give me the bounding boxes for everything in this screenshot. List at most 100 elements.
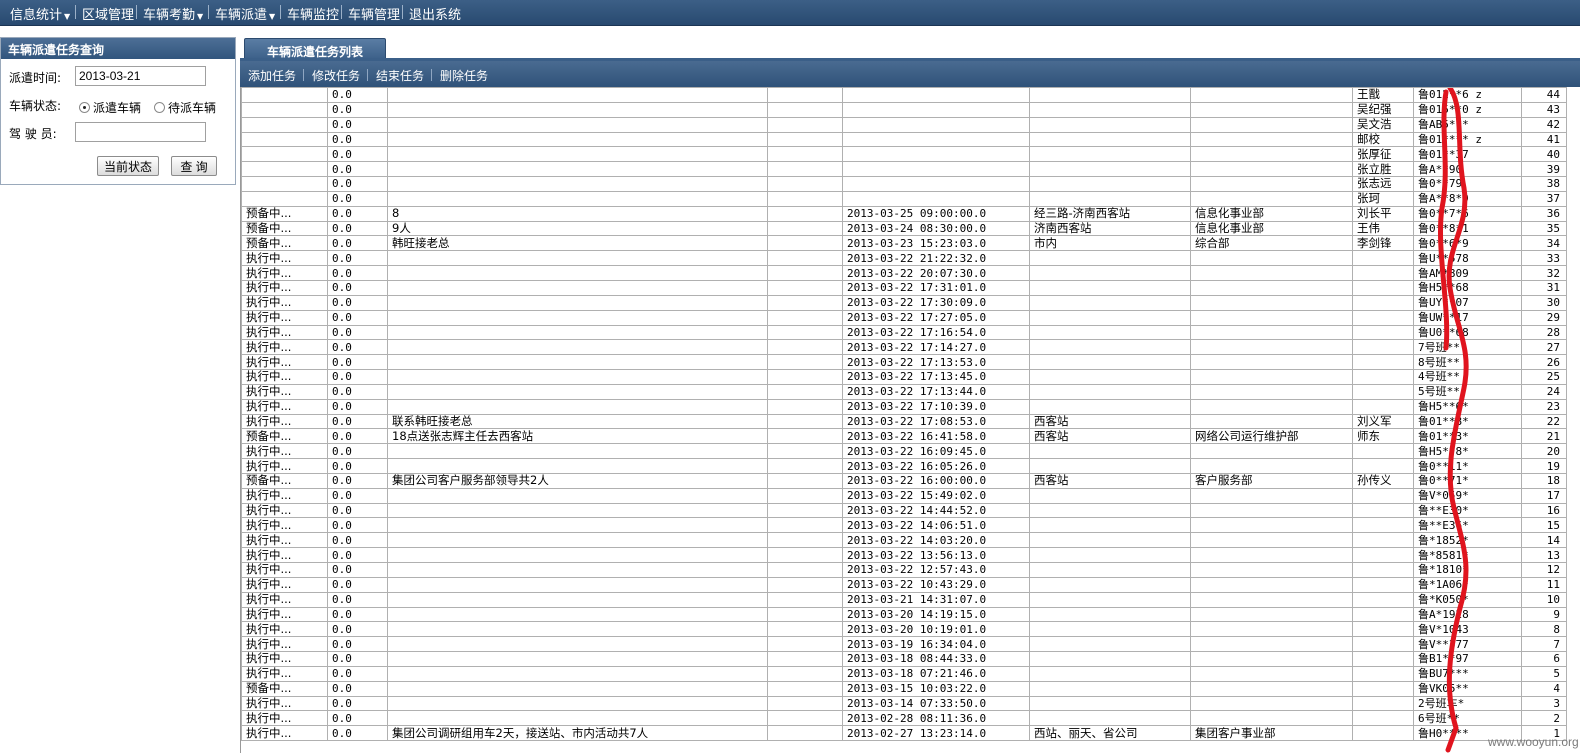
- mileage-cell: 0.0: [327, 220, 388, 237]
- table-row[interactable]: 执行中... 0.0 2013-03-22 17:13:53.0 8号班** 26: [241, 354, 1567, 371]
- table-row[interactable]: 执行中... 0.0 2013-03-22 16:09:45.0 鲁H5**8* 20: [241, 443, 1567, 460]
- status-cell: 执行中...: [241, 443, 328, 460]
- table-row[interactable]: 预备中... 0.0 8 2013-03-25 09:00:00.0 经三路-济南西客站…: [241, 205, 1567, 222]
- table-row[interactable]: 执行中... 0.0 集团公司调研组用车2天，接送站、市内活动共7人 2013-02-…: [241, 725, 1567, 742]
- delete-task-button[interactable]: 删除任务: [440, 67, 488, 84]
- task-id-cell: 29: [1521, 309, 1567, 326]
- table-row[interactable]: 执行中... 0.0 2013-03-22 21:22:32.0 鲁U**578 33: [241, 250, 1567, 267]
- table-row[interactable]: 执行中... 0.0 联系韩旺接老总 2013-03-22 17:08:53.0 西客站…: [241, 413, 1567, 430]
- end-task-button[interactable]: 结束任务: [376, 67, 424, 84]
- table-row[interactable]: 执行中... 0.0 2013-03-22 17:30:09.0 鲁UY**07 30: [241, 294, 1567, 311]
- task-description-cell: [387, 176, 768, 192]
- tab-dispatch-task-list[interactable]: 车辆派遣任务列表: [244, 38, 386, 60]
- table-row[interactable]: 执行中... 0.0 2013-03-18 07:21:46.0 鲁BU7*** 5: [241, 665, 1567, 682]
- table-row[interactable]: 执行中... 0.0 2013-03-22 20:07:30.0 鲁AM*809 32: [241, 265, 1567, 281]
- table-row[interactable]: 执行中... 0.0 2013-03-22 13:56:13.0 鲁*8581* 13: [241, 547, 1567, 563]
- task-id-cell: 40: [1521, 146, 1567, 163]
- nav-item-vehicle-dispatch[interactable]: 车辆派遣 ▼: [215, 4, 275, 23]
- department-cell: 综合部: [1190, 235, 1353, 252]
- table-row[interactable]: 预备中... 0.0 集团公司客户服务部领导共2人 2013-03-22 16:00:…: [241, 472, 1567, 489]
- driver-cell: 吴纪强: [1352, 101, 1414, 118]
- driver-cell: 吴文浩: [1352, 116, 1414, 133]
- table-row[interactable]: 执行中... 0.0 2013-03-20 14:19:15.0 鲁A*1928 9: [241, 606, 1567, 623]
- table-row[interactable]: 执行中... 0.0 2013-03-22 17:27:05.0 鲁UW**17 29: [241, 309, 1567, 326]
- table-row[interactable]: 执行中... 0.0 2013-03-18 08:44:33.0 鲁B1**97 6: [241, 651, 1567, 667]
- nav-item-info-stats[interactable]: 信息统计 ▼: [10, 4, 70, 23]
- table-row[interactable]: 执行中... 0.0 2013-03-22 17:10:39.0 鲁H5**6* 23: [241, 398, 1567, 415]
- radio-checked-icon[interactable]: [79, 102, 90, 113]
- table-row[interactable]: 0.0 张立胜 鲁A**90 39: [241, 161, 1567, 178]
- table-row[interactable]: 执行中... 0.0 2013-03-20 10:19:01.0 鲁V*1043 8: [241, 621, 1567, 638]
- table-row[interactable]: 0.0 吴纪强 鲁015**0 z 43: [241, 101, 1567, 118]
- table-row[interactable]: 执行中... 0.0 2013-03-22 15:49:02.0 鲁V*059* 17: [241, 487, 1567, 504]
- destination-cell: [1029, 354, 1191, 371]
- task-description-cell: [387, 398, 768, 415]
- chevron-down-icon: ▼: [269, 12, 276, 21]
- add-task-button[interactable]: 添加任务: [248, 67, 296, 84]
- table-row[interactable]: 预备中... 0.0 18点送张志辉主任去西客站 2013-03-22 16:41:5…: [241, 428, 1567, 445]
- destination-cell: [1029, 265, 1191, 281]
- table-row[interactable]: 执行中... 0.0 2013-03-21 14:31:07.0 鲁*K050* 10: [241, 591, 1567, 608]
- task-description-cell: 18点送张志辉主任去西客站: [387, 428, 768, 445]
- table-row[interactable]: 执行中... 0.0 2013-03-22 17:13:45.0 4号班** 25: [241, 369, 1567, 385]
- table-row[interactable]: 执行中... 0.0 2013-03-22 12:57:43.0 鲁*1810* 12: [241, 562, 1567, 578]
- edit-task-button[interactable]: 修改任务: [312, 67, 360, 84]
- status-cell: 执行中...: [241, 695, 328, 712]
- driver-cell: [1352, 680, 1414, 697]
- dispatch-date-input[interactable]: [75, 66, 206, 86]
- task-id-cell: 10: [1521, 591, 1567, 608]
- nav-item-vehicle-attendance[interactable]: 车辆考勤 ▼: [143, 4, 203, 23]
- department-cell: [1190, 250, 1353, 267]
- dispatch-time-cell: 2013-03-18 07:21:46.0: [842, 665, 1030, 682]
- table-row[interactable]: 执行中... 0.0 2013-03-14 07:33:50.0 2号班车* 3: [241, 695, 1567, 712]
- table-row[interactable]: 执行中... 0.0 2013-03-22 16:05:26.0 鲁0**11* 19: [241, 458, 1567, 474]
- plate-number-cell: 鲁U0**68: [1413, 324, 1522, 341]
- blank-cell: [767, 309, 843, 326]
- table-row[interactable]: 执行中... 0.0 2013-03-22 14:06:51.0 鲁**E36* 15: [241, 517, 1567, 534]
- dispatch-time-cell: 2013-03-22 17:13:44.0: [842, 383, 1030, 400]
- mileage-cell: 0.0: [327, 339, 388, 356]
- table-row[interactable]: 0.0 张珂 鲁A**8*9 37: [241, 190, 1567, 207]
- table-row[interactable]: 预备中... 0.0 9人 2013-03-24 08:30:00.0 济南西客站 信息化…: [241, 220, 1567, 237]
- table-row[interactable]: 执行中... 0.0 2013-03-22 17:14:27.0 7号班** 27: [241, 339, 1567, 356]
- nav-item-vehicle-management[interactable]: 车辆管理: [348, 4, 400, 23]
- table-row[interactable]: 执行中... 0.0 2013-03-22 17:16:54.0 鲁U0**68 28: [241, 324, 1567, 341]
- mileage-cell: 0.0: [327, 562, 388, 578]
- status-cell: 执行中...: [241, 250, 328, 267]
- task-id-cell: 41: [1521, 131, 1567, 148]
- current-status-button[interactable]: 当前状态: [97, 156, 159, 176]
- task-description-cell: [387, 680, 768, 697]
- table-row[interactable]: 0.0 张厚征 鲁01**37 40: [241, 146, 1567, 163]
- destination-cell: [1029, 680, 1191, 697]
- chevron-down-icon: ▼: [64, 12, 71, 21]
- status-option-label: 派遣车辆: [93, 101, 142, 115]
- status-option-dispatched[interactable]: 派遣车辆: [79, 99, 141, 116]
- table-row[interactable]: 0.0 吴文浩 鲁AB5*** 42: [241, 116, 1567, 133]
- table-row[interactable]: 执行中... 0.0 2013-03-22 14:44:52.0 鲁**E30* 16: [241, 502, 1567, 519]
- table-row[interactable]: 执行中... 0.0 2013-03-22 10:43:29.0 鲁*1A06* 11: [241, 576, 1567, 593]
- destination-cell: [1029, 576, 1191, 593]
- table-row[interactable]: 0.0 王戬 鲁012**6 z 44: [241, 87, 1567, 103]
- table-row[interactable]: 执行中... 0.0 2013-03-22 17:31:01.0 鲁H5**68 31: [241, 279, 1567, 296]
- nav-item-vehicle-monitoring[interactable]: 车辆监控: [287, 4, 339, 23]
- dispatch-query-panel: 车辆派遣任务查询 派遣时间: 车辆状态: 派遣车辆 待派车辆 驾 驶 员: 当前…: [0, 37, 236, 185]
- table-row[interactable]: 执行中... 0.0 2013-03-19 16:34:04.0 鲁V**377 7: [241, 636, 1567, 653]
- table-row[interactable]: 执行中... 0.0 2013-02-28 08:11:36.0 6号班** 2: [241, 710, 1567, 727]
- status-option-pending[interactable]: 待派车辆: [154, 99, 216, 116]
- table-row[interactable]: 预备中... 0.0 韩旺接老总 2013-03-23 15:23:03.0 市内 综合部…: [241, 235, 1567, 252]
- search-button[interactable]: 查 询: [171, 156, 217, 176]
- table-row[interactable]: 执行中... 0.0 2013-03-22 17:13:44.0 5号班** 24: [241, 383, 1567, 400]
- plate-number-cell: 鲁V*059*: [1413, 487, 1522, 504]
- table-row[interactable]: 预备中... 0.0 2013-03-15 10:03:22.0 鲁VK05** 4: [241, 680, 1567, 697]
- driver-cell: [1352, 354, 1414, 371]
- destination-cell: [1029, 369, 1191, 385]
- destination-cell: [1029, 339, 1191, 356]
- nav-item-logout[interactable]: 退出系统: [409, 4, 461, 23]
- driver-input[interactable]: [75, 122, 206, 142]
- table-row[interactable]: 0.0 邮校 鲁01**** z 41: [241, 131, 1567, 148]
- table-row[interactable]: 执行中... 0.0 2013-03-22 14:03:20.0 鲁*1852* 14: [241, 532, 1567, 549]
- table-row[interactable]: 0.0 张志远 鲁0**79 38: [241, 176, 1567, 192]
- status-cell: 执行中...: [241, 502, 328, 519]
- radio-unchecked-icon[interactable]: [154, 102, 165, 113]
- nav-item-area-management[interactable]: 区域管理: [82, 4, 134, 23]
